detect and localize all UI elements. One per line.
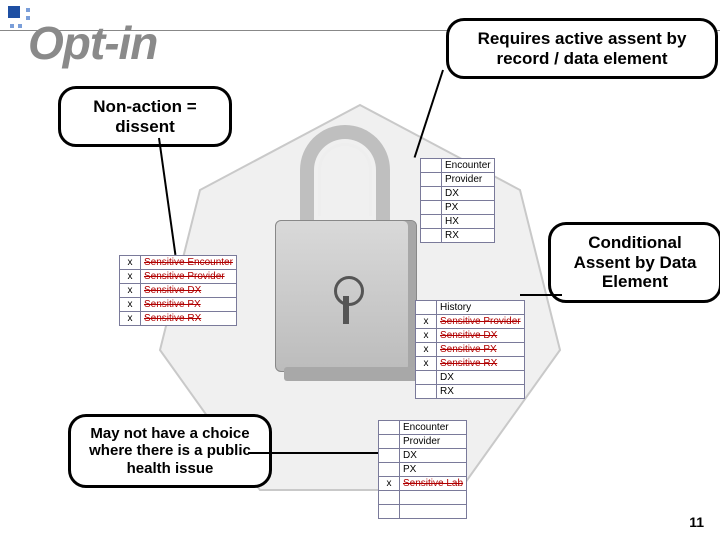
connector-line xyxy=(520,294,562,296)
callout-conditional-assent: Conditional Assent by Data Element xyxy=(548,222,720,303)
slide-title: Opt-in xyxy=(28,16,157,70)
padlock-icon xyxy=(260,125,430,375)
table-top-right: EncounterProviderDXPXHXRX xyxy=(420,158,495,243)
slide: Opt-in Requires active assent by record … xyxy=(0,0,720,540)
callout-public-health: May not have a choice where there is a p… xyxy=(68,414,272,488)
table-left-sensitive: xSensitive EncounterxSensitive Providerx… xyxy=(119,255,237,326)
table-mid-right: HistoryxSensitive ProviderxSensitive DXx… xyxy=(415,300,525,399)
connector-line xyxy=(248,452,378,454)
callout-nonaction-dissent: Non-action = dissent xyxy=(58,86,232,147)
table-bottom: EncounterProviderDXPXxSensitive Lab xyxy=(378,420,467,519)
callout-requires-assent: Requires active assent by record / data … xyxy=(446,18,718,79)
page-number: 11 xyxy=(689,514,704,530)
